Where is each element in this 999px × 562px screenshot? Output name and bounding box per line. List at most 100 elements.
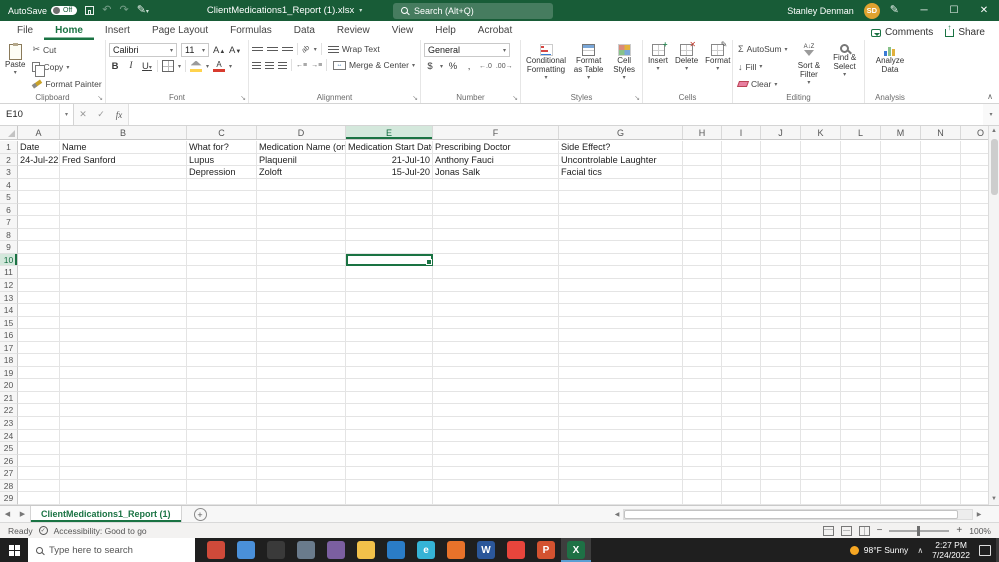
cell-L21[interactable]: [841, 391, 881, 405]
cell-E21[interactable]: [346, 391, 433, 405]
cell-H27[interactable]: [683, 467, 722, 480]
scroll-down-icon[interactable]: ▼: [991, 494, 997, 505]
cell-E11[interactable]: [346, 266, 433, 280]
cell-N23[interactable]: [921, 417, 961, 430]
cell-B3[interactable]: [60, 166, 187, 179]
cell-J9[interactable]: [761, 241, 801, 254]
cell-A1[interactable]: Date: [18, 141, 60, 154]
cell-K28[interactable]: [801, 479, 841, 493]
cell-L18[interactable]: [841, 354, 881, 367]
cell-N12[interactable]: [921, 279, 961, 292]
cell-D24[interactable]: [257, 429, 346, 443]
row-header-26[interactable]: 26: [0, 454, 18, 468]
cell-L19[interactable]: [841, 366, 881, 380]
cell-L15[interactable]: [841, 316, 881, 330]
row-header-18[interactable]: 18: [0, 354, 18, 367]
row-header-9[interactable]: 9: [0, 241, 18, 254]
cell-B22[interactable]: [60, 404, 187, 418]
accessibility-status[interactable]: Accessibility: Good to go: [54, 526, 147, 536]
taskbar-app-chrome[interactable]: [501, 538, 531, 562]
cell-A2[interactable]: 24-Jul-22: [18, 153, 60, 167]
cell-E29[interactable]: [346, 492, 433, 505]
bottom-align-button[interactable]: [282, 46, 293, 52]
cell-K26[interactable]: [801, 454, 841, 468]
cell-H2[interactable]: [683, 153, 722, 167]
cell-D10[interactable]: [257, 253, 346, 267]
cell-E6[interactable]: [346, 203, 433, 217]
delete-cells-button[interactable]: ✕ Delete ▾: [673, 40, 700, 90]
share-button[interactable]: Share: [945, 23, 985, 38]
cell-H11[interactable]: [683, 266, 722, 280]
cell-C11[interactable]: [187, 266, 257, 280]
taskbar-app-this-pc[interactable]: [291, 538, 321, 562]
cell-D4[interactable]: [257, 178, 346, 192]
cell-J27[interactable]: [761, 467, 801, 480]
cell-E17[interactable]: [346, 341, 433, 355]
row-header-6[interactable]: 6: [0, 203, 18, 217]
cell-F27[interactable]: [433, 467, 559, 480]
cell-F23[interactable]: [433, 417, 559, 430]
cell-A24[interactable]: [18, 429, 60, 443]
ribbon-tab-view[interactable]: View: [381, 22, 425, 40]
cell-J15[interactable]: [761, 316, 801, 330]
cell-M8[interactable]: [881, 228, 921, 242]
cell-H17[interactable]: [683, 341, 722, 355]
cell-L13[interactable]: [841, 291, 881, 305]
cell-C20[interactable]: [187, 379, 257, 392]
cell-K1[interactable]: [801, 141, 841, 154]
horizontal-scrollbar[interactable]: ◀ ▶: [611, 506, 999, 522]
cell-I5[interactable]: [722, 191, 761, 204]
select-all-corner[interactable]: [0, 126, 18, 139]
cell-E25[interactable]: [346, 442, 433, 455]
column-header-K[interactable]: K: [801, 126, 841, 139]
cell-E18[interactable]: [346, 354, 433, 367]
cell-A29[interactable]: [18, 492, 60, 505]
cell-N26[interactable]: [921, 454, 961, 468]
cell-D27[interactable]: [257, 467, 346, 480]
align-left-button[interactable]: [252, 61, 262, 69]
cell-H21[interactable]: [683, 391, 722, 405]
number-format-select[interactable]: General ▾: [424, 43, 510, 57]
cell-K20[interactable]: [801, 379, 841, 392]
cell-G21[interactable]: [559, 391, 683, 405]
column-header-F[interactable]: F: [433, 126, 559, 139]
cell-A4[interactable]: [18, 178, 60, 192]
cell-B21[interactable]: [60, 391, 187, 405]
normal-view-button[interactable]: [822, 525, 834, 536]
start-button[interactable]: [0, 538, 28, 562]
cell-N11[interactable]: [921, 266, 961, 280]
taskbar-search-box[interactable]: Type here to search: [28, 538, 195, 562]
format-cells-button[interactable]: ✎ Format ▾: [703, 40, 732, 90]
cell-M18[interactable]: [881, 354, 921, 367]
cell-A14[interactable]: [18, 304, 60, 317]
cell-J2[interactable]: [761, 153, 801, 167]
bold-button[interactable]: B: [109, 61, 121, 72]
cell-A11[interactable]: [18, 266, 60, 280]
cell-C28[interactable]: [187, 479, 257, 493]
cell-L1[interactable]: [841, 141, 881, 154]
taskbar-app-opera[interactable]: [261, 538, 291, 562]
increase-font-size-button[interactable]: A▲: [213, 45, 225, 56]
cell-K7[interactable]: [801, 216, 841, 229]
cell-C15[interactable]: [187, 316, 257, 330]
cell-L3[interactable]: [841, 166, 881, 179]
cell-B14[interactable]: [60, 304, 187, 317]
cell-I25[interactable]: [722, 442, 761, 455]
cell-I8[interactable]: [722, 228, 761, 242]
page-break-view-button[interactable]: [858, 525, 870, 536]
cell-N27[interactable]: [921, 467, 961, 480]
percent-style-button[interactable]: %: [447, 61, 459, 72]
cell-N17[interactable]: [921, 341, 961, 355]
alignment-dialog-launcher[interactable]: ↘: [412, 94, 418, 102]
cell-M27[interactable]: [881, 467, 921, 480]
ribbon-tab-acrobat[interactable]: Acrobat: [467, 22, 523, 40]
cell-E23[interactable]: [346, 417, 433, 430]
cell-J3[interactable]: [761, 166, 801, 179]
row-header-22[interactable]: 22: [0, 404, 18, 418]
cell-G16[interactable]: [559, 329, 683, 342]
cell-K4[interactable]: [801, 178, 841, 192]
cell-L25[interactable]: [841, 442, 881, 455]
cell-C10[interactable]: [187, 253, 257, 267]
cell-K10[interactable]: [801, 253, 841, 267]
cell-N15[interactable]: [921, 316, 961, 330]
